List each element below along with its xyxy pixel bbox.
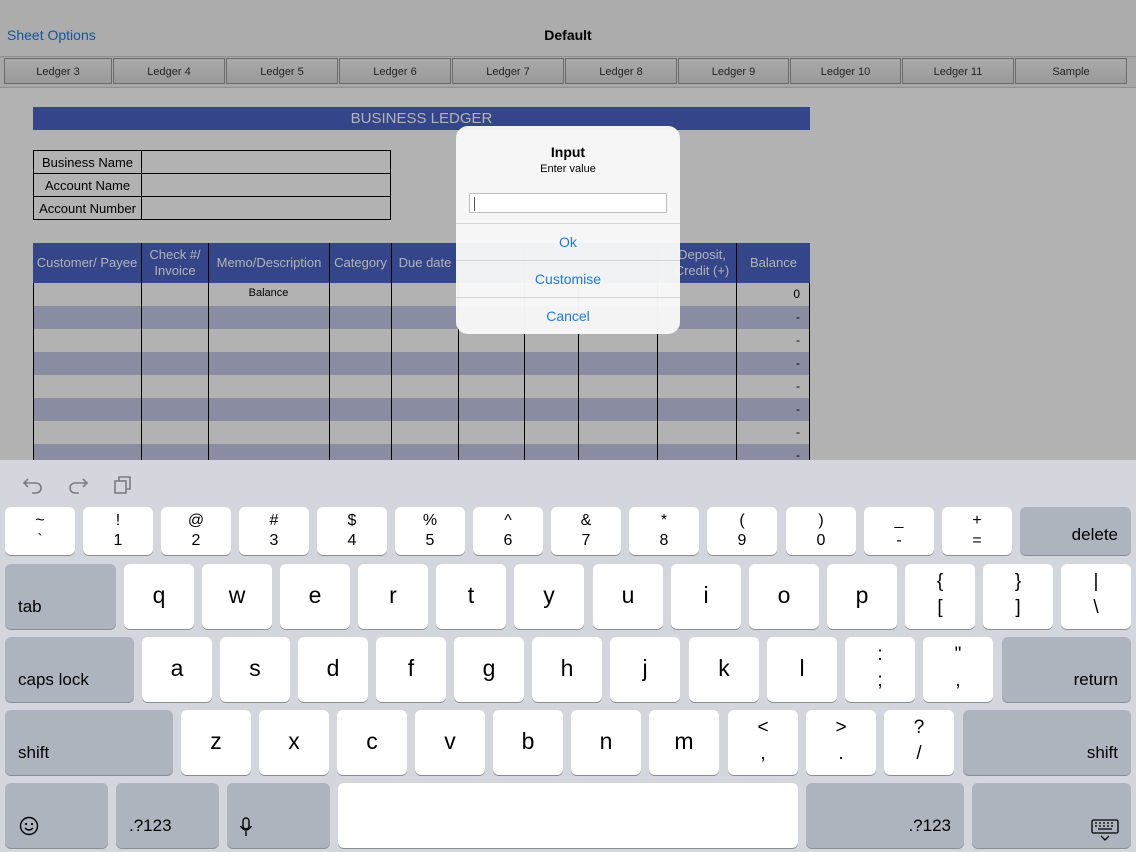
alert-message: Enter value (540, 163, 596, 175)
key-2[interactable]: @2 (161, 507, 231, 555)
key-slash[interactable]: ? / (884, 710, 954, 775)
key-h[interactable]: h (532, 637, 602, 702)
numbers-key-right[interactable]: .?123 (806, 783, 964, 848)
onscreen-keyboard: ~ ` ! 1 @2 #3 $4 % 5 ^ 6 & 7 * 8 (9 ) 0 _ - + = d… (0, 460, 1136, 852)
key-4[interactable]: $4 (317, 507, 387, 555)
emoji-key[interactable] (5, 783, 108, 848)
key-left-brace[interactable]: {[ (905, 564, 975, 629)
key-q[interactable]: q (124, 564, 194, 629)
key-1[interactable]: ! 1 (83, 507, 153, 555)
key-minus[interactable]: _ - (864, 507, 934, 555)
key-j[interactable]: j (610, 637, 680, 702)
keyboard-dismiss-icon (1091, 819, 1119, 841)
key-p[interactable]: p (827, 564, 897, 629)
redo-icon[interactable] (67, 474, 89, 496)
key-z[interactable]: z (181, 710, 251, 775)
dictation-key[interactable] (227, 783, 330, 848)
key-period[interactable]: >. (806, 710, 876, 775)
key-b[interactable]: b (493, 710, 563, 775)
key-g[interactable]: g (454, 637, 524, 702)
input-alert-dialog: Input Enter value Ok Customise Cancel (456, 126, 680, 334)
key-s[interactable]: s (220, 637, 290, 702)
key-semicolon[interactable]: :; (845, 637, 915, 702)
emoji-icon (19, 816, 39, 836)
key-c[interactable]: c (337, 710, 407, 775)
key-k[interactable]: k (689, 637, 759, 702)
key-r[interactable]: r (358, 564, 428, 629)
key-n[interactable]: n (571, 710, 641, 775)
key-7[interactable]: & 7 (551, 507, 621, 555)
left-shift-key[interactable]: shift (5, 710, 173, 775)
key-6[interactable]: ^ 6 (473, 507, 543, 555)
key-l[interactable]: l (767, 637, 837, 702)
numbers-key-left[interactable]: .?123 (116, 783, 219, 848)
key-9[interactable]: (9 (707, 507, 777, 555)
key-f[interactable]: f (376, 637, 446, 702)
right-shift-key[interactable]: shift (963, 710, 1131, 775)
key-equals[interactable]: + = (942, 507, 1012, 555)
alert-title: Input (550, 144, 586, 160)
key-i[interactable]: i (671, 564, 741, 629)
key-a[interactable]: a (142, 637, 212, 702)
key-m[interactable]: m (649, 710, 719, 775)
key-8[interactable]: * 8 (629, 507, 699, 555)
key-u[interactable]: u (593, 564, 663, 629)
ok-button[interactable]: Ok (456, 223, 680, 260)
key-5[interactable]: % 5 (395, 507, 465, 555)
hide-keyboard-key[interactable] (972, 783, 1131, 848)
caps-lock-key[interactable]: caps lock (5, 637, 134, 702)
tab-key[interactable]: tab (5, 564, 116, 629)
microphone-icon (239, 817, 253, 836)
key-backslash[interactable]: | \ (1061, 564, 1131, 629)
paste-icon[interactable] (112, 474, 134, 496)
key-quote[interactable]: ", (923, 637, 993, 702)
key-tilde[interactable]: ~ ` (5, 507, 75, 555)
cancel-button[interactable]: Cancel (456, 297, 680, 334)
text-cursor (474, 197, 475, 211)
return-key[interactable]: return (1002, 637, 1131, 702)
value-input[interactable] (469, 193, 667, 213)
key-w[interactable]: w (202, 564, 272, 629)
key-y[interactable]: y (514, 564, 584, 629)
key-o[interactable]: o (749, 564, 819, 629)
key-d[interactable]: d (298, 637, 368, 702)
customise-button[interactable]: Customise (456, 260, 680, 297)
key-v[interactable]: v (415, 710, 485, 775)
delete-key[interactable]: delete (1020, 507, 1131, 555)
key-3[interactable]: #3 (239, 507, 309, 555)
key-0[interactable]: ) 0 (786, 507, 856, 555)
key-e[interactable]: e (280, 564, 350, 629)
shortcut-bar (0, 460, 1136, 508)
space-bar[interactable] (338, 783, 798, 848)
key-x[interactable]: x (259, 710, 329, 775)
key-right-brace[interactable]: }] (983, 564, 1053, 629)
key-comma[interactable]: <, (728, 710, 798, 775)
key-t[interactable]: t (436, 564, 506, 629)
undo-icon[interactable] (22, 474, 44, 496)
